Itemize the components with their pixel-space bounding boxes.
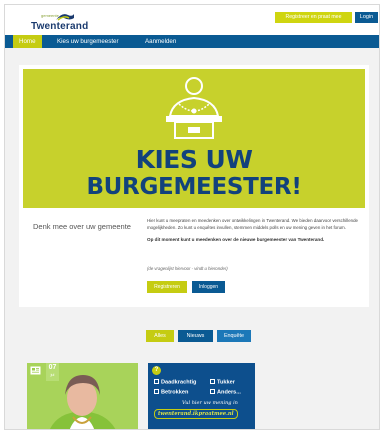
newspaper-icon (30, 366, 41, 375)
news-date: 07 jul (46, 363, 59, 381)
checkbox-icon (210, 379, 215, 384)
survey-tagline: Vul hier uw mening in (182, 400, 238, 406)
news-tile[interactable]: 07 jul (27, 363, 138, 429)
news-date-day: 07 (48, 364, 57, 371)
section-heading: Denk mee over uw gemeente (33, 222, 131, 231)
survey-option: Anders... (210, 389, 241, 396)
news-tile-photo (27, 363, 138, 429)
browser-frame: gemeente Twenterand Registreer en praat … (4, 4, 380, 430)
filter-alles[interactable]: Alles (146, 330, 174, 342)
login-button[interactable]: Login (355, 12, 378, 23)
question-icon: ? (152, 366, 161, 375)
nav-item-kies-uw-burgemeester[interactable]: Kies uw burgemeester (51, 35, 125, 48)
site-logo[interactable]: gemeente Twenterand (17, 9, 89, 33)
survey-option: Daadkrachtig (154, 379, 196, 386)
nav-item-home[interactable]: Home (13, 35, 42, 48)
hero-title-line2: BURGEMEESTER! (86, 174, 302, 200)
inloggen-button[interactable]: Inloggen (192, 281, 225, 293)
filter-enquete[interactable]: Enquête (217, 330, 251, 342)
intro-note: (de vragenlijst hiervoor - vindt u hiero… (147, 266, 228, 271)
logo-text: Twenterand (31, 21, 89, 32)
survey-option: Betrokken (154, 389, 188, 396)
checkbox-icon (154, 389, 159, 394)
register-button[interactable]: Registreer en praat mee (275, 12, 352, 23)
mayor-podium-illustration (166, 77, 222, 139)
main-nav: Home Kies uw burgemeester Aanmelden (5, 35, 379, 48)
registreren-button[interactable]: Registreren (147, 281, 187, 293)
filter-nieuws[interactable]: Nieuws (178, 330, 213, 342)
checkbox-icon (154, 379, 159, 384)
survey-option: Tukker (210, 379, 235, 386)
hero-banner: KIES UW BURGEMEESTER! (23, 69, 365, 208)
site-header: gemeente Twenterand Registreer en praat … (5, 5, 379, 35)
survey-tile[interactable]: ? Daadkrachtig Tukker Betrokken Anders..… (148, 363, 255, 429)
survey-url[interactable]: twenterand.ikpraatmee.nl (154, 409, 238, 419)
intro-highlight: Op dit moment kunt u meedenken over de n… (147, 237, 325, 242)
intro-text: Hier kunt u meepraten en meedenken over … (147, 218, 358, 230)
news-date-month: jul (50, 373, 55, 377)
nav-item-aanmelden[interactable]: Aanmelden (139, 35, 182, 48)
checkbox-icon (210, 389, 215, 394)
mayor-portrait (27, 363, 138, 429)
intro-card: KIES UW BURGEMEESTER! Denk mee over uw g… (19, 65, 369, 307)
hero-title-line1: KIES UW (135, 145, 253, 174)
